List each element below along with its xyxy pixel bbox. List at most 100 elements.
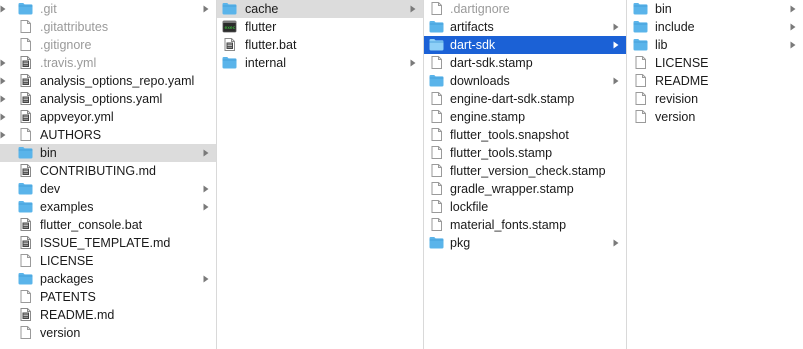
- item-label: CONTRIBUTING.md: [40, 164, 156, 178]
- folder-item-examples[interactable]: examples: [0, 198, 216, 216]
- file-item-contributing-md[interactable]: CONTRIBUTING.md: [0, 162, 216, 180]
- item-label: lockfile: [450, 200, 489, 214]
- document-icon: [633, 56, 648, 69]
- chevron-right-icon: [203, 0, 211, 18]
- file-item-flutter[interactable]: exec flutter: [217, 18, 423, 36]
- folder-icon: [18, 182, 33, 195]
- file-item-license[interactable]: LICENSE: [0, 252, 216, 270]
- file-item-issue-template-md[interactable]: ISSUE_TEMPLATE.md: [0, 234, 216, 252]
- item-label: appveyor.yml: [40, 110, 114, 124]
- document-icon: [429, 218, 444, 231]
- chevron-right-icon: [790, 18, 798, 36]
- file-item-analysis-options-repo-yaml[interactable]: analysis_options_repo.yaml: [0, 72, 216, 90]
- item-label: dart-sdk: [450, 38, 496, 52]
- file-item-version[interactable]: version: [0, 324, 216, 342]
- document-icon: [18, 290, 33, 303]
- file-item-license[interactable]: LICENSE: [627, 54, 803, 72]
- item-label: analysis_options_repo.yaml: [40, 74, 195, 88]
- column-root[interactable]: .git .gitattributes .gitignore .travis.yml a…: [0, 0, 217, 349]
- item-label: .gitignore: [40, 38, 92, 52]
- document-icon: [429, 2, 444, 15]
- parent-column-chevron-icon: [0, 72, 6, 90]
- folder-icon: [18, 272, 33, 285]
- file-item-readme-md[interactable]: README.md: [0, 306, 216, 324]
- document-icon: [18, 38, 33, 51]
- folder-item-packages[interactable]: packages: [0, 270, 216, 288]
- folder-item-git[interactable]: .git: [0, 0, 216, 18]
- folder-item-dev[interactable]: dev: [0, 180, 216, 198]
- folder-item-include[interactable]: include: [627, 18, 803, 36]
- item-label: version: [655, 110, 696, 124]
- document-icon: [429, 110, 444, 123]
- item-label: ISSUE_TEMPLATE.md: [40, 236, 171, 250]
- folder-item-lib[interactable]: lib: [627, 36, 803, 54]
- folder-item-pkg[interactable]: pkg: [424, 234, 626, 252]
- item-label: analysis_options.yaml: [40, 92, 163, 106]
- folder-item-bin[interactable]: bin: [627, 0, 803, 18]
- folder-item-bin[interactable]: bin: [0, 144, 216, 162]
- file-item-version[interactable]: version: [627, 108, 803, 126]
- item-label: pkg: [450, 236, 471, 250]
- file-item-travis-yml[interactable]: .travis.yml: [0, 54, 216, 72]
- folder-item-dart-sdk[interactable]: dart-sdk: [424, 36, 626, 54]
- file-item-dart-sdk-stamp[interactable]: dart-sdk.stamp: [424, 54, 626, 72]
- document-icon: [429, 146, 444, 159]
- item-label: material_fonts.stamp: [450, 218, 567, 232]
- file-item-appveyor-yml[interactable]: appveyor.yml: [0, 108, 216, 126]
- folder-item-artifacts[interactable]: artifacts: [424, 18, 626, 36]
- column-cache[interactable]: .dartignore artifacts dart-sdk dart-sdk.sta…: [424, 0, 627, 349]
- text-document-icon: [18, 218, 33, 231]
- file-item-authors[interactable]: AUTHORS: [0, 126, 216, 144]
- chevron-right-icon: [790, 0, 798, 18]
- item-label: AUTHORS: [40, 128, 102, 142]
- chevron-right-icon: [203, 198, 211, 216]
- folder-icon: [429, 236, 444, 249]
- file-item-patents[interactable]: PATENTS: [0, 288, 216, 306]
- folder-item-downloads[interactable]: downloads: [424, 72, 626, 90]
- folder-item-internal[interactable]: internal: [217, 54, 423, 72]
- file-item-flutter-version-check-stamp[interactable]: flutter_version_check.stamp: [424, 162, 626, 180]
- item-label: engine-dart-sdk.stamp: [450, 92, 575, 106]
- file-item-gitattributes[interactable]: .gitattributes: [0, 18, 216, 36]
- file-item-flutter-tools-stamp[interactable]: flutter_tools.stamp: [424, 144, 626, 162]
- parent-column-chevron-icon: [0, 126, 6, 144]
- item-label: engine.stamp: [450, 110, 526, 124]
- file-item-gradle-wrapper-stamp[interactable]: gradle_wrapper.stamp: [424, 180, 626, 198]
- chevron-right-icon: [613, 234, 621, 252]
- document-icon: [429, 164, 444, 177]
- item-label: flutter_tools.snapshot: [450, 128, 569, 142]
- file-item-engine-dart-sdk-stamp[interactable]: engine-dart-sdk.stamp: [424, 90, 626, 108]
- file-item-material-fonts-stamp[interactable]: material_fonts.stamp: [424, 216, 626, 234]
- chevron-right-icon: [410, 54, 418, 72]
- document-icon: [633, 92, 648, 105]
- item-label: .travis.yml: [40, 56, 97, 70]
- chevron-right-icon: [613, 18, 621, 36]
- item-label: flutter_version_check.stamp: [450, 164, 606, 178]
- folder-item-cache[interactable]: cache: [217, 0, 423, 18]
- file-item-dartignore[interactable]: .dartignore: [424, 0, 626, 18]
- folder-icon: [18, 200, 33, 213]
- column-dart-sdk[interactable]: bin include lib LICENSE README revision versio…: [627, 0, 803, 349]
- document-icon: [429, 128, 444, 141]
- column-bin[interactable]: cache exec flutter flutter.bat internal: [217, 0, 424, 349]
- file-item-flutter-bat[interactable]: flutter.bat: [217, 36, 423, 54]
- svg-text:exec: exec: [225, 26, 236, 31]
- file-item-flutter-console-bat[interactable]: flutter_console.bat: [0, 216, 216, 234]
- file-item-revision[interactable]: revision: [627, 90, 803, 108]
- item-label: include: [655, 20, 695, 34]
- text-document-icon: [18, 308, 33, 321]
- text-document-icon: [18, 56, 33, 69]
- folder-icon: [429, 38, 444, 51]
- file-item-readme[interactable]: README: [627, 72, 803, 90]
- file-item-lockfile[interactable]: lockfile: [424, 198, 626, 216]
- parent-column-chevron-icon: [0, 90, 6, 108]
- parent-column-chevron-icon: [0, 108, 6, 126]
- folder-icon: [429, 74, 444, 87]
- item-label: README: [655, 74, 709, 88]
- file-item-analysis-options-yaml[interactable]: analysis_options.yaml: [0, 90, 216, 108]
- item-label: .gitattributes: [40, 20, 109, 34]
- file-item-flutter-tools-snapshot[interactable]: flutter_tools.snapshot: [424, 126, 626, 144]
- file-item-engine-stamp[interactable]: engine.stamp: [424, 108, 626, 126]
- file-item-gitignore[interactable]: .gitignore: [0, 36, 216, 54]
- document-icon: [429, 200, 444, 213]
